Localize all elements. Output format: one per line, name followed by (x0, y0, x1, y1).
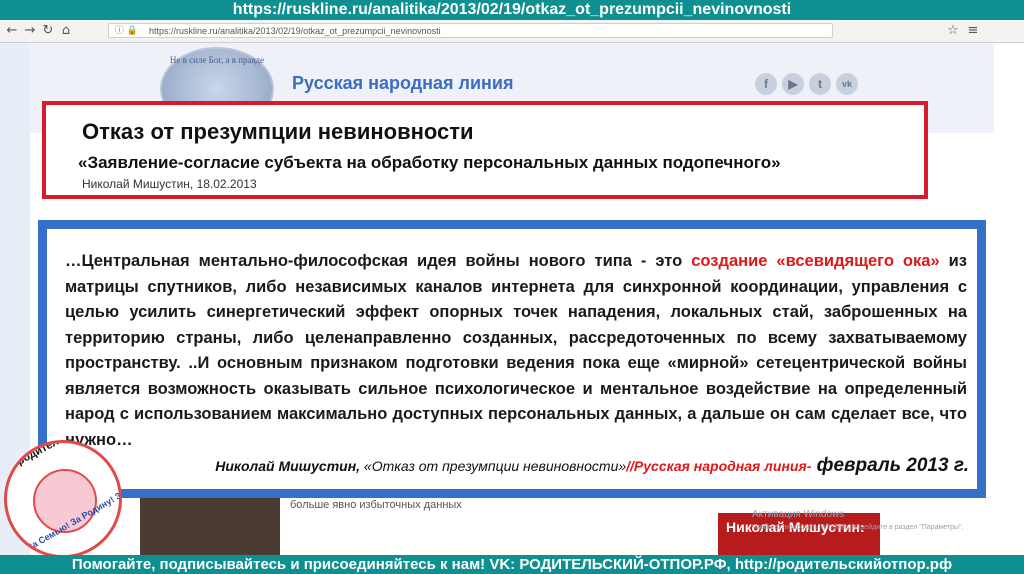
activation-hint: Чтобы активировать Windows, перейдите в … (752, 524, 964, 531)
reload-icon[interactable]: ↻ (40, 23, 56, 39)
attrib-title: «Отказ от презумпции невиновности» (360, 457, 627, 474)
url-banner: https://ruskline.ru/analitika/2013/02/19… (0, 0, 1024, 20)
quote-box: …Центральная ментально-философская идея … (47, 229, 977, 489)
facebook-icon[interactable]: f (755, 73, 777, 95)
lock-icon: ⓘ 🔒 (115, 26, 139, 36)
article-title-card: Отказ от презумпции невиновности «Заявле… (42, 101, 928, 199)
address-url: https://ruskline.ru/analitika/2013/02/19… (149, 26, 441, 36)
footer-banner: Помогайте, подписывайтесь и присоединяйт… (0, 555, 1024, 574)
article-title: Отказ от презумпции невиновности (82, 119, 474, 144)
address-bar[interactable]: ⓘ 🔒 https://ruskline.ru/analitika/2013/0… (108, 23, 833, 38)
windows-activation-notice: Активация Windows Чтобы активировать Win… (752, 509, 963, 534)
parents-stamp-logo: родительский-отпор.рф За Семью! За Родин… (4, 440, 122, 558)
article-subtitle: «Заявление-согласие субъекта на обработк… (78, 153, 781, 172)
quote-part-3: с использованием максимально доступных п… (65, 405, 967, 449)
activation-title: Активация Windows (752, 509, 845, 520)
browser-toolbar: ← → ↻ ⌂ ⓘ 🔒 https://ruskline.ru/analitik… (0, 20, 1024, 43)
attrib-date: февраль 2013 г. (811, 454, 969, 476)
home-icon[interactable]: ⌂ (58, 23, 74, 39)
back-arrow-icon[interactable]: ← (4, 23, 20, 39)
article-author-date: Николай Мишустин, 18.02.2013 (82, 177, 257, 191)
forward-arrow-icon[interactable]: → (22, 23, 38, 39)
quote-part-2: из матрицы спутников, либо независимых к… (65, 252, 967, 398)
quote-attribution: Николай Мишустин, «Отказ от презумпции н… (215, 453, 969, 480)
vk-icon[interactable]: vk (836, 73, 858, 95)
attrib-site: //Русская народная линия- (626, 457, 812, 474)
quote-frame: …Центральная ментально-философская идея … (38, 220, 986, 498)
youtube-icon[interactable]: ▶ (782, 73, 804, 95)
site-title[interactable]: Русская народная линия (292, 73, 514, 94)
logo-motto: Не в силе Бог, а в правде (169, 55, 265, 65)
quote-highlight: создание «всевидящего ока» (691, 252, 940, 270)
menu-icon[interactable]: ≡ (965, 23, 981, 39)
twitter-icon[interactable]: t (809, 73, 831, 95)
quote-part-1: …Центральная ментально-философская идея … (65, 252, 692, 270)
bookmark-icon[interactable]: ☆ (945, 23, 961, 39)
attrib-author: Николай Мишустин, (215, 457, 361, 474)
